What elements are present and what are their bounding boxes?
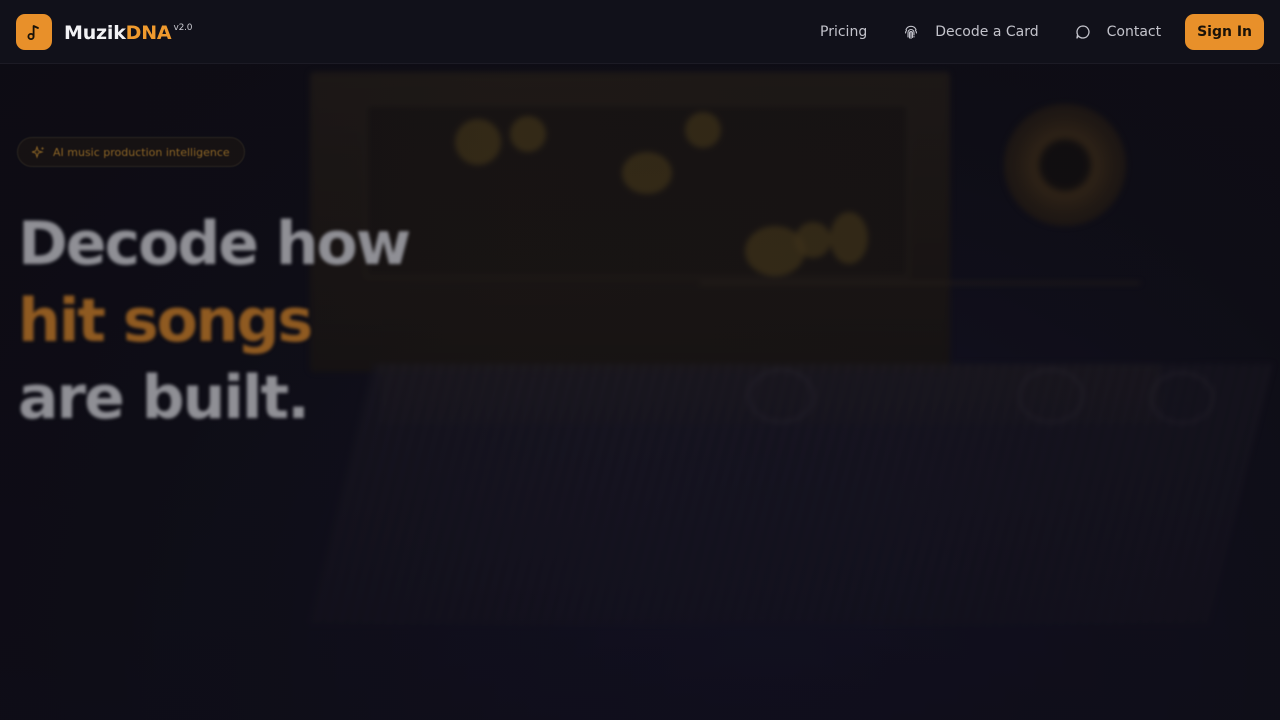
nav-decode-label: Decode a Card <box>935 24 1039 40</box>
nav-pricing-label: Pricing <box>820 24 868 40</box>
nav-pricing-link[interactable]: Pricing <box>820 24 867 40</box>
music-note-icon <box>16 14 52 50</box>
nav-decode-link[interactable]: Decode a Card <box>903 24 1039 40</box>
brand-name: MuzikDNA v2.0 <box>64 22 192 44</box>
main-nav: Pricing Decode a Card Contact Sign In <box>820 14 1264 50</box>
top-navbar: MuzikDNA v2.0 Pricing Decode a Card Cont… <box>0 0 1280 64</box>
fingerprint-icon <box>903 24 919 40</box>
nav-contact-label: Contact <box>1106 24 1162 40</box>
brand-name-main: Muzik <box>64 22 126 44</box>
sparkle-icon <box>32 145 45 159</box>
headline-line-1: Decode how <box>18 209 411 279</box>
hero-section: AI music production intelligence Decode … <box>0 64 1280 720</box>
hero-badge-label: AI music production intelligence <box>53 145 230 159</box>
hero-headline: Decode how hit songs are built. <box>18 206 411 437</box>
sign-in-button[interactable]: Sign In <box>1185 14 1264 50</box>
hero-badge: AI music production intelligence <box>17 137 245 167</box>
headline-line-2: hit songs <box>18 286 313 356</box>
version-label: v2.0 <box>173 23 193 33</box>
brand-name-accent: DNA <box>125 22 172 44</box>
headline-line-3: are built. <box>18 363 310 433</box>
landing-page: MuzikDNA v2.0 Pricing Decode a Card Cont… <box>0 0 1280 720</box>
chat-bubble-icon <box>1075 24 1091 40</box>
brand-logo-link[interactable]: MuzikDNA v2.0 <box>16 14 192 50</box>
nav-contact-link[interactable]: Contact <box>1075 24 1161 40</box>
